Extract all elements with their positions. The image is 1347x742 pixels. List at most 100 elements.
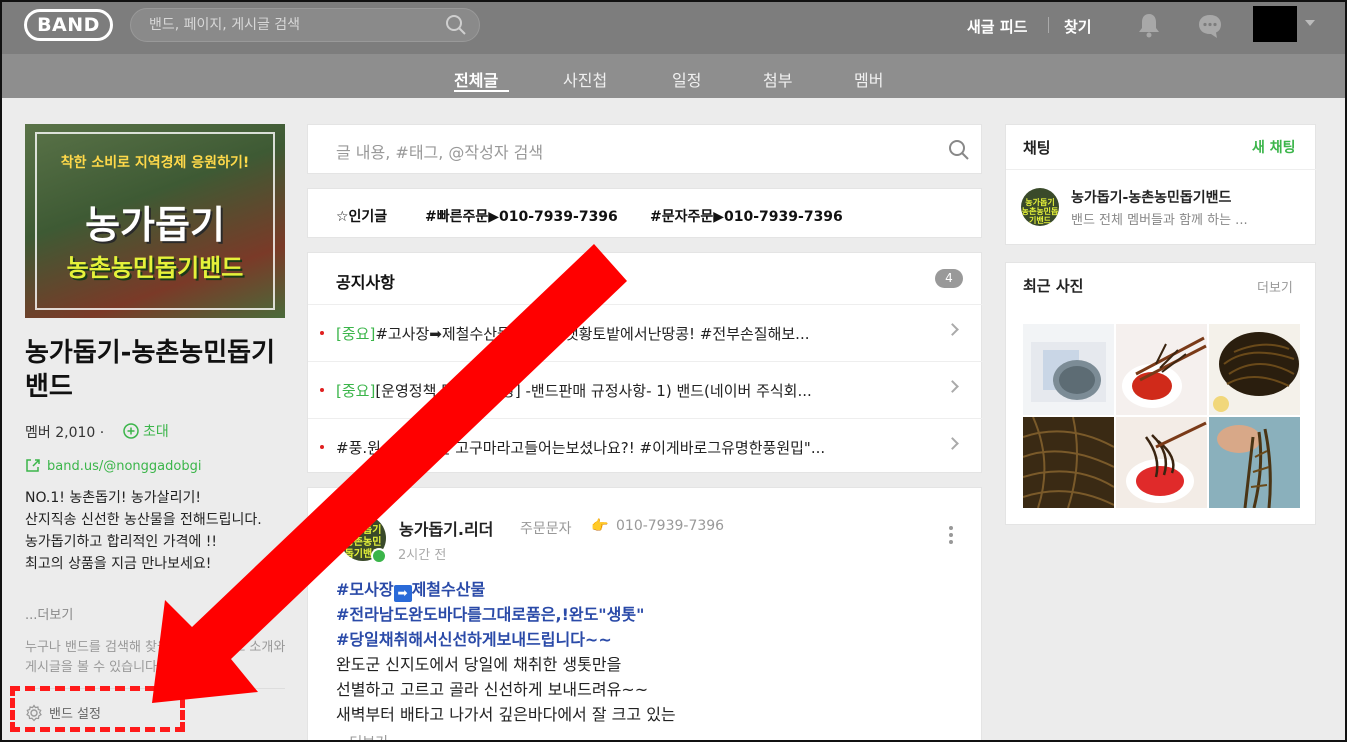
photos-more-link[interactable]: 더보기	[1257, 277, 1293, 296]
post-text-line: 선별하고 고르고 골라 신선하게 보내드려유~~	[336, 680, 649, 699]
band-cover-image[interactable]: 착한 소비로 지역경제 응원하기! 농가돕기 농촌농민돕기밴드	[25, 124, 285, 318]
top-navigation-bar: BAND 밴드, 페이지, 게시글 검색 새글 피드 찾기	[0, 0, 1347, 54]
notice-item[interactable]: [중요][운영정책 및 공지사항] -밴드판매 규정사항- 1) 밴드(네이버 …	[308, 361, 983, 418]
recent-photos-title: 최근 사진	[1023, 277, 1084, 295]
order-label: 주문문자	[520, 521, 572, 537]
important-tag: [중요]	[336, 325, 376, 343]
notice-title: 공지사항	[336, 273, 395, 292]
post-author-name[interactable]: 농가돕기.리더	[399, 516, 493, 540]
chevron-right-icon	[946, 380, 959, 393]
leader-crown-badge	[371, 548, 387, 564]
description-more-link[interactable]: ...더보기	[25, 604, 73, 623]
post-text-line: 새벽부터 배타고 나가서 깊은바다에서 잘 크고 있는	[336, 705, 676, 724]
tab-members[interactable]: 멤버	[854, 67, 883, 91]
post-card: 농가돕기 농촌농민 돕기밴드 농가돕기.리더 주문문자 👉 010-7939-7…	[307, 487, 982, 742]
plus-circle-icon	[123, 423, 139, 439]
post-search-input[interactable]: 글 내용, #태그, @작성자 검색	[336, 139, 543, 163]
chevron-right-icon	[946, 437, 959, 450]
chat-avatar-text: 농가돕기 농촌농민돕기밴드	[1021, 198, 1059, 225]
new-chat-button[interactable]: 새 채팅	[1252, 137, 1296, 157]
description-line: 최고의 상품을 지금 만나보세요!	[25, 556, 212, 572]
find-link[interactable]: 찾기	[1064, 16, 1092, 37]
bullet-dot	[320, 331, 324, 335]
bullet-dot	[320, 388, 324, 392]
post-body[interactable]: #모사장 ➡ 제철수산물 #전라남도완도바다를그대로품은,!완도"생톳" #당일채취…	[336, 577, 956, 727]
post-text-line: 완도군 신지도에서 당일에 채취한 생톳만을	[336, 655, 622, 674]
hashtag[interactable]: #전라남도완도바다를그대로품은,!완도"생톳"	[336, 602, 956, 627]
photo-thumbnail[interactable]	[1116, 417, 1207, 508]
profile-avatar[interactable]	[1253, 6, 1297, 42]
cover-slogan: 착한 소비로 지역경제 응원하기!	[60, 155, 250, 171]
invite-button[interactable]: 초대	[123, 421, 169, 441]
post-more-link[interactable]: ...더보기	[336, 732, 388, 742]
bell-icon[interactable]	[1137, 12, 1161, 38]
tab-attachments[interactable]: 첨부	[763, 67, 792, 91]
hashtag-suffix: 제철수산물	[411, 580, 486, 599]
chat-room-description: 밴드 전체 멤버들과 함께 하는 ...	[1071, 213, 1248, 228]
notice-text: [중요][운영정책 및 공지사항] -밴드판매 규정사항- 1) 밴드(네이버 …	[336, 380, 936, 401]
public-band-note: 누구나 밴드를 검색해 찾을 수 있고, 밴드 소개와 게시글을 볼 수 있습니…	[25, 640, 286, 675]
photo-thumbnail[interactable]	[1023, 324, 1114, 415]
search-icon[interactable]	[445, 14, 467, 36]
chevron-down-icon[interactable]	[1305, 20, 1315, 26]
description-line: 농가돕기하고 합리적인 가격에 !!	[25, 534, 218, 550]
notice-title-text: [운영정책 및 공지사항] -밴드판매 규정사항- 1) 밴드(네이버 주식회.…	[375, 382, 812, 400]
more-options-icon[interactable]	[949, 526, 953, 547]
post-search-box[interactable]: 글 내용, #태그, @작성자 검색	[307, 124, 982, 174]
tag-quick-order[interactable]: #빠른주문▶010-7939-7396	[425, 206, 618, 226]
photo-thumbnail[interactable]	[1023, 417, 1114, 508]
chat-room-avatar[interactable]: 농가돕기 농촌농민돕기밴드	[1021, 188, 1059, 226]
description-line: 산지직송 신선한 농산물을 전해드립니다.	[25, 512, 262, 528]
cover-subtitle: 농촌농민돕기밴드	[66, 254, 244, 282]
photo-thumbnail[interactable]	[1116, 324, 1207, 415]
photo-thumbnail[interactable]	[1209, 417, 1300, 508]
notice-panel: 공지사항 4 [중요]#고사장➡제철수산물#국내산햇황토밭에서난땅콩! #전부손…	[307, 252, 983, 475]
important-tag: [중요]	[336, 382, 376, 400]
hashtag[interactable]: #모사장	[336, 580, 394, 599]
band-url-text: band.us/@nonggadobgi	[47, 459, 202, 474]
order-phone-number: 010-7939-7396	[616, 518, 725, 534]
notice-item[interactable]: #풍.원.두.내 이런 고구마라고들어는보셨나요?! #이게바로그유명한풍원밉"…	[308, 418, 983, 475]
band-description: NO.1! 농촌돕기! 농가살리기! 산지직송 신선한 농산물을 전해드립니다.…	[25, 487, 290, 575]
band-logo[interactable]: BAND	[24, 9, 113, 41]
active-tab-indicator	[454, 90, 509, 92]
band-tab-bar: 전체글 사진첩 일정 첨부 멤버	[0, 54, 1347, 98]
cover-title: 농가돕기	[85, 203, 225, 247]
right-arrow-icon: ➡	[393, 585, 412, 602]
search-icon[interactable]	[948, 139, 970, 161]
member-count[interactable]: 멤버 2,010 ·	[25, 422, 104, 442]
notice-title-text: #고사장➡제철수산물#국내산햇황토밭에서난땅콩! #전부손질해보...	[375, 325, 810, 343]
post-timestamp: 2시간 전	[398, 548, 447, 563]
notice-text: [중요]#고사장➡제철수산물#국내산햇황토밭에서난땅콩! #전부손질해보...	[336, 323, 936, 344]
tab-photos[interactable]: 사진첩	[563, 67, 607, 91]
tag-popular[interactable]: ☆인기글	[336, 206, 387, 226]
tab-all-posts[interactable]: 전체글	[454, 67, 498, 91]
hashtag[interactable]: #당일채취해서신선하게보내드립니다~~	[336, 627, 956, 652]
share-link-icon	[26, 459, 40, 472]
notice-item[interactable]: [중요]#고사장➡제철수산물#국내산햇황토밭에서난땅콩! #전부손질해보...	[308, 304, 983, 361]
divider	[1048, 17, 1049, 33]
notice-count-badge: 4	[935, 269, 963, 288]
band-url-link[interactable]: band.us/@nonggadobgi	[25, 458, 201, 474]
photo-thumbnail[interactable]	[1209, 324, 1300, 415]
global-search-input[interactable]: 밴드, 페이지, 게시글 검색	[130, 8, 480, 42]
tab-schedule[interactable]: 일정	[672, 67, 701, 91]
tag-text-order[interactable]: #문자주문▶010-7939-7396	[650, 206, 843, 226]
annotation-highlight-box	[10, 686, 185, 732]
chat-bubble-icon[interactable]	[1197, 13, 1223, 39]
invite-label: 초대	[143, 424, 169, 440]
band-name: 농가돕기-농촌농민돕기밴드	[25, 338, 275, 402]
notice-title-text: #풍.원.두.내 이런 고구마라고들어는보셨나요?! #이게바로그유명한풍원밉"…	[336, 439, 826, 457]
chat-panel: 채팅 새 채팅 농가돕기 농촌농민돕기밴드 농가돕기-농촌농민돕기밴드 밴드 전…	[1005, 124, 1317, 245]
bullet-dot	[320, 445, 324, 449]
notice-text: #풍.원.두.내 이런 고구마라고들어는보셨나요?! #이게바로그유명한풍원밉"…	[336, 437, 936, 458]
recent-photos-panel: 최근 사진 더보기	[1005, 262, 1316, 525]
new-feed-link[interactable]: 새글 피드	[967, 16, 1027, 37]
chat-room-name[interactable]: 농가돕기-농촌농민돕기밴드	[1071, 187, 1231, 207]
chevron-right-icon	[946, 323, 959, 336]
pointing-hand-icon: 👉	[591, 518, 609, 534]
chat-panel-title: 채팅	[1023, 139, 1051, 157]
description-line: NO.1! 농촌돕기! 농가살리기!	[25, 490, 201, 506]
popular-tags-bar: ☆인기글 #빠른주문▶010-7939-7396 #문자주문▶010-7939-…	[307, 188, 982, 238]
divider	[1006, 169, 1317, 170]
